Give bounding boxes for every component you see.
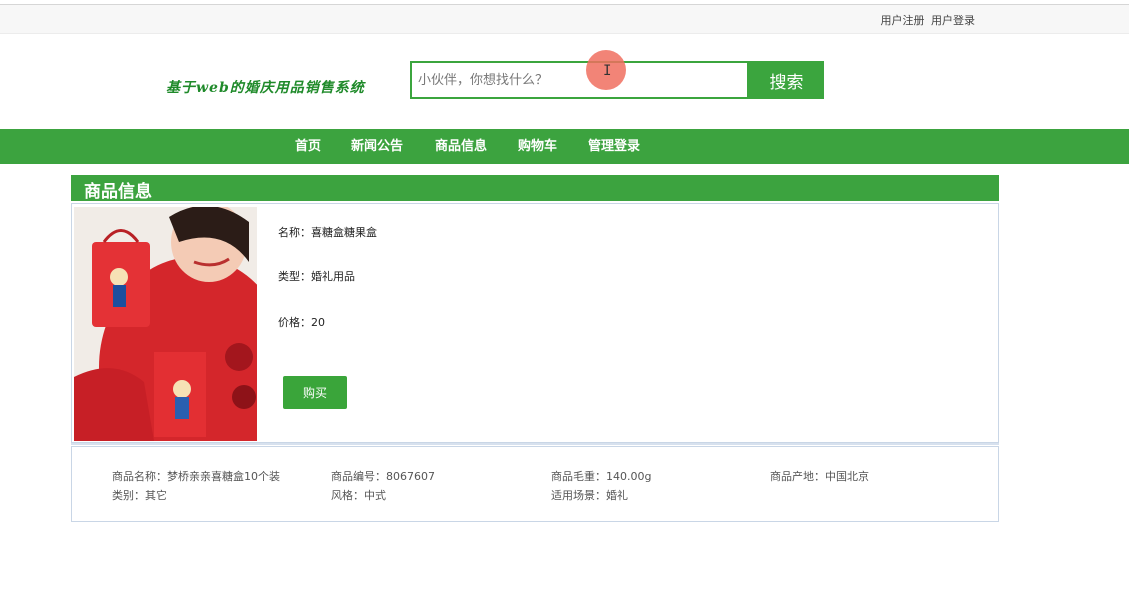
search-bar: 搜索 [410,61,824,99]
section-divider [71,443,999,445]
top-bar: 用户注册 用户登录 [0,5,1129,34]
nav-news[interactable]: 新闻公告 [351,129,403,164]
search-button[interactable]: 搜索 [749,61,824,99]
spec-item: 商品毛重：140.00g [551,470,652,483]
site-title: 基于web的婚庆用品销售系统 [166,80,365,96]
product-price: 价格：20 [278,316,325,329]
nav-home[interactable]: 首页 [295,129,321,164]
register-link[interactable]: 用户注册 [881,14,925,27]
product-image [74,207,257,441]
product-name: 名称：喜糖盒糖果盒 [278,226,377,239]
spec-item: 商品名称：梦桥亲亲喜糖盒10个装 [112,470,280,483]
spec-item: 适用场景：婚礼 [551,489,628,502]
search-input[interactable] [410,61,749,99]
user-links: 用户注册 用户登录 [881,12,976,28]
product-detail: 名称：喜糖盒糖果盒 类型：婚礼用品 价格：20 购买 [71,203,999,443]
login-link[interactable]: 用户登录 [931,14,975,27]
buy-button[interactable]: 购买 [283,376,347,409]
spec-item: 风格：中式 [331,489,386,502]
spec-item: 商品产地：中国北京 [770,470,869,483]
spec-item: 类别：其它 [112,489,167,502]
product-type: 类型：婚礼用品 [278,270,355,283]
nav-admin-login[interactable]: 管理登录 [588,129,640,164]
panel-title: 商品信息 [84,182,152,202]
nav-cart[interactable]: 购物车 [518,129,557,164]
panel-header: 商品信息 [71,175,999,202]
product-specs: 商品名称：梦桥亲亲喜糖盒10个装 商品编号：8067607 商品毛重：140.0… [71,446,999,522]
spec-item: 商品编号：8067607 [331,470,435,483]
nav-products[interactable]: 商品信息 [435,129,487,164]
main-nav: 首页 新闻公告 商品信息 购物车 管理登录 [0,129,1129,164]
